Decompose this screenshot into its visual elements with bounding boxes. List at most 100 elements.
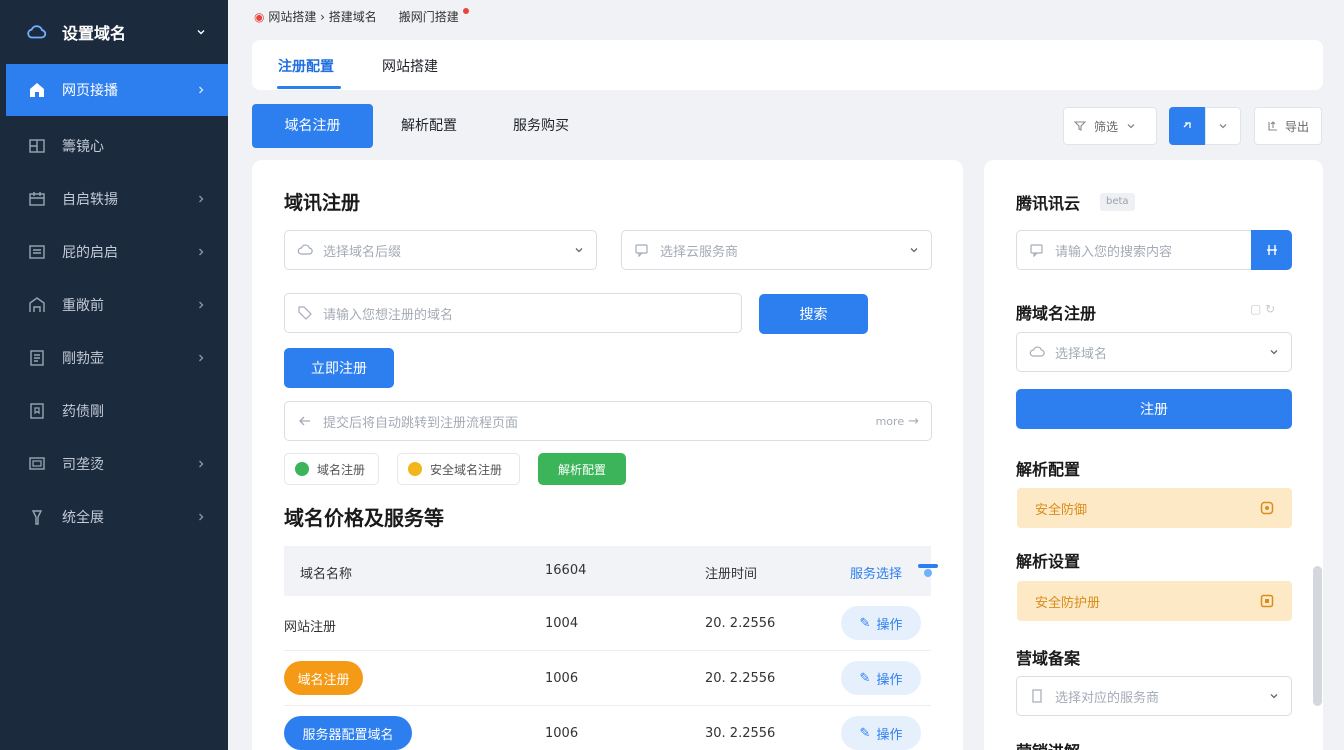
tab-register[interactable]: 注册配置 [278,56,334,76]
right-register-button[interactable]: 注册 [1016,389,1292,429]
filter-dropdown[interactable]: 筛选 [1063,107,1157,145]
action-label: 操作 [876,672,903,688]
sidebar-item-website[interactable]: 网页接播 [6,64,228,116]
status-dot-icon [295,462,309,476]
sidebar-item-4[interactable]: 屁的启启 [0,225,228,278]
row-date: 20. 2.2556 [705,616,776,631]
flag-icon: ◉ [254,10,265,24]
chevron-right-icon [199,301,204,308]
right-panel-scrollbar[interactable] [1313,566,1322,706]
subtab-dns-config[interactable]: 解析配置 [373,104,485,148]
subtab-service-buy[interactable]: 服务购买 [485,104,597,148]
cloud-icon [1029,346,1045,357]
chip-safe-register[interactable]: 安全域名注册 [397,453,520,485]
chevron-down-icon [1127,124,1135,129]
suffix-select[interactable]: 选择域名后缀 [284,230,597,270]
chevron-right-icon [199,195,204,202]
register-button[interactable]: 立即注册 [284,348,394,388]
warning-bar[interactable]: 安全防御 [1017,488,1292,528]
provider-select[interactable]: 选择云服务商 [621,230,932,270]
warning-text: 安全防御 [1035,502,1088,518]
bookmark-icon [30,402,44,419]
document-icon [1032,689,1042,703]
column-header: 注册时间 [705,567,758,582]
table-header: 域名名称 16604 注册时间 服务选择 [284,546,938,596]
right-search-button[interactable] [1251,230,1292,270]
sidebar-item-label: 剛勃壶 [62,350,104,367]
more-title: 营销进解 [1016,738,1080,750]
sidebar-header[interactable]: 设置域名 [0,0,228,64]
chevron-down-icon [910,248,918,253]
chevron-down-icon [1270,350,1278,355]
chevron-right-icon [199,248,204,255]
refresh-icon[interactable]: ▢ ↻ [1250,302,1275,316]
sidebar-item-6[interactable]: 剛勃壶 [0,331,228,384]
chip-register[interactable]: 域名注册 [284,453,379,485]
column-header: 16604 [545,563,587,578]
row-action-button[interactable]: ✎ 操作 [841,716,921,750]
sidebar-item-label: 网页接播 [62,83,118,99]
row-divider [284,650,931,651]
sidebar-item-7[interactable]: 药债剛 [0,384,228,437]
notice-text: 提交后将自动跳转到注册流程页面 [323,415,519,431]
breadcrumb-text: 搬网门搭建 [398,10,459,24]
domain-title: 营域备案 [1016,649,1081,668]
notice-more-link[interactable]: more [876,415,905,428]
right-search-placeholder: 请输入您的搜索内容 [1055,244,1173,260]
right-panel: 腾讯讯云 beta 请输入您的搜索内容 腾域名注册 ▢ ↻ 选择域名 注册 解析… [984,160,1323,750]
search-button[interactable]: 搜索 [759,294,868,334]
provider-select-value: 选择云服务商 [660,244,739,260]
breadcrumb-item[interactable]: ◉ 网站搭建 › 搭建域名 [254,8,377,25]
notice-bar[interactable]: 提交后将自动跳转到注册流程页面 more → [284,401,932,441]
config-title: 解析配置 [1016,460,1081,479]
chevron-down-icon [1219,124,1227,129]
link-icon [1183,122,1191,128]
right-search-input[interactable]: 请输入您的搜索内容 [1016,230,1252,270]
warning-icon [1260,594,1274,608]
row-num: 1006 [545,671,579,686]
warning-bar[interactable]: 安全防护册 [1017,581,1292,621]
sidebar-item-8[interactable]: 司垄烫 [0,437,228,490]
row-num: 1004 [545,616,579,631]
right-provider-select-value: 选择对应的服务商 [1055,690,1160,706]
notification-dot-icon [462,8,469,14]
row-action-button[interactable]: ✎ 操作 [841,606,921,640]
chip-label: 域名注册 [317,462,366,477]
sidebar: 设置域名 网页接播 籌镜心 自启轶揚 屁的启启 重敞前 剛勃壶 药债剛 司垄烫 [0,0,228,750]
chevron-right-icon [199,86,204,94]
sidebar-item-2[interactable]: 籌镜心 [0,119,228,172]
list-icon [29,244,45,259]
arrow-left-icon [299,416,310,426]
column-header[interactable]: 服务选择 [850,563,902,582]
view-dropdown[interactable] [1205,107,1241,145]
tab-bar: 注册配置 网站搭建 [252,40,1323,90]
chevron-right-icon [199,460,204,467]
view-toggle-button[interactable] [1169,107,1205,145]
document-icon [30,349,44,366]
subtab-domain-register[interactable]: 域名注册 [252,104,373,148]
tool-icon [31,509,43,525]
brand-title: 腾讯讯云 [1016,194,1081,213]
sort-icon[interactable] [916,562,940,578]
breadcrumb-item[interactable]: 搬网门搭建 [399,8,469,25]
sidebar-item-9[interactable]: 统全展 [0,490,228,543]
right-provider-select[interactable]: 选择对应的服务商 [1016,676,1292,716]
export-icon [1268,121,1277,131]
sidebar-item-5[interactable]: 重敞前 [0,278,228,331]
export-button[interactable]: 导出 [1254,107,1322,145]
row-date: 30. 2.2556 [705,726,776,741]
action-label: 操作 [876,727,903,743]
row-action-button[interactable]: ✎ 操作 [841,661,921,695]
chevron-right-icon [199,513,204,520]
chip-dns[interactable]: 解析配置 [538,453,626,485]
domain-input[interactable]: 请输入您想注册的域名 [284,293,742,333]
tab-build[interactable]: 网站搭建 [382,56,438,76]
sidebar-item-label: 自启轶揚 [62,191,118,208]
sidebar-item-3[interactable]: 自启轶揚 [0,172,228,225]
filter-icon [1074,121,1086,131]
right-domain-select[interactable]: 选择域名 [1016,332,1292,372]
edit-icon: ✎ [859,615,871,631]
sidebar-item-label: 药债剛 [62,403,104,420]
cloud-icon [297,244,313,255]
panel-icon [29,138,45,153]
